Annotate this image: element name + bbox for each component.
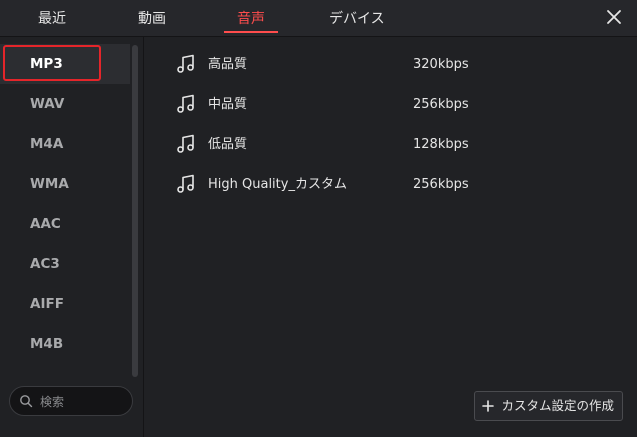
preset-bitrate: 128kbps (413, 137, 469, 152)
preset-row-high[interactable]: 高品質 320kbps (144, 45, 637, 85)
category-tabs: 最近 動画 音声 デバイス (0, 0, 637, 37)
sidebar-scrollbar[interactable] (132, 45, 138, 377)
create-custom-preset-button[interactable]: カスタム設定の作成 (474, 391, 623, 421)
format-item-wma[interactable]: WMA (0, 164, 130, 204)
preset-bitrate: 256kbps (413, 97, 469, 112)
music-note-icon (177, 174, 194, 193)
preset-row-medium[interactable]: 中品質 256kbps (144, 85, 637, 125)
tab-device[interactable]: デバイス (329, 0, 385, 36)
preset-name: 高品質 (208, 57, 248, 72)
format-item-mp3[interactable]: MP3 (0, 44, 130, 84)
format-item-aac[interactable]: AAC (0, 204, 130, 244)
tab-recent[interactable]: 最近 (38, 0, 66, 36)
plus-icon (482, 400, 495, 412)
music-note-icon (177, 54, 194, 73)
music-note-icon (177, 134, 194, 153)
search-input[interactable] (38, 392, 130, 412)
format-item-m4b[interactable]: M4B (0, 324, 130, 364)
search-icon (20, 395, 33, 408)
preset-list: 高品質 320kbps 中品質 256kbps 低品質 128kbps High… (144, 37, 637, 437)
format-picker-window: 最近 動画 音声 デバイス MP3 WAV M4A WMA AAC AC3 AI… (0, 0, 637, 437)
close-icon (607, 10, 621, 24)
preset-bitrate: 256kbps (413, 177, 469, 192)
tab-video[interactable]: 動画 (138, 0, 166, 36)
format-item-wav[interactable]: WAV (0, 84, 130, 124)
format-item-ac3[interactable]: AC3 (0, 244, 130, 284)
preset-row-custom[interactable]: High Quality_カスタム 256kbps (144, 165, 637, 205)
search-box[interactable] (9, 386, 133, 416)
preset-name: High Quality_カスタム (208, 177, 347, 192)
preset-name: 中品質 (208, 97, 248, 112)
preset-name: 低品質 (208, 137, 248, 152)
format-item-m4a[interactable]: M4A (0, 124, 130, 164)
format-item-aiff[interactable]: AIFF (0, 284, 130, 324)
tab-audio[interactable]: 音声 (224, 0, 278, 36)
preset-row-low[interactable]: 低品質 128kbps (144, 125, 637, 165)
music-note-icon (177, 94, 194, 113)
close-button[interactable] (605, 8, 623, 26)
format-sidebar: MP3 WAV M4A WMA AAC AC3 AIFF M4B (0, 37, 144, 437)
preset-bitrate: 320kbps (413, 57, 469, 72)
create-custom-preset-label: カスタム設定の作成 (501, 398, 614, 413)
